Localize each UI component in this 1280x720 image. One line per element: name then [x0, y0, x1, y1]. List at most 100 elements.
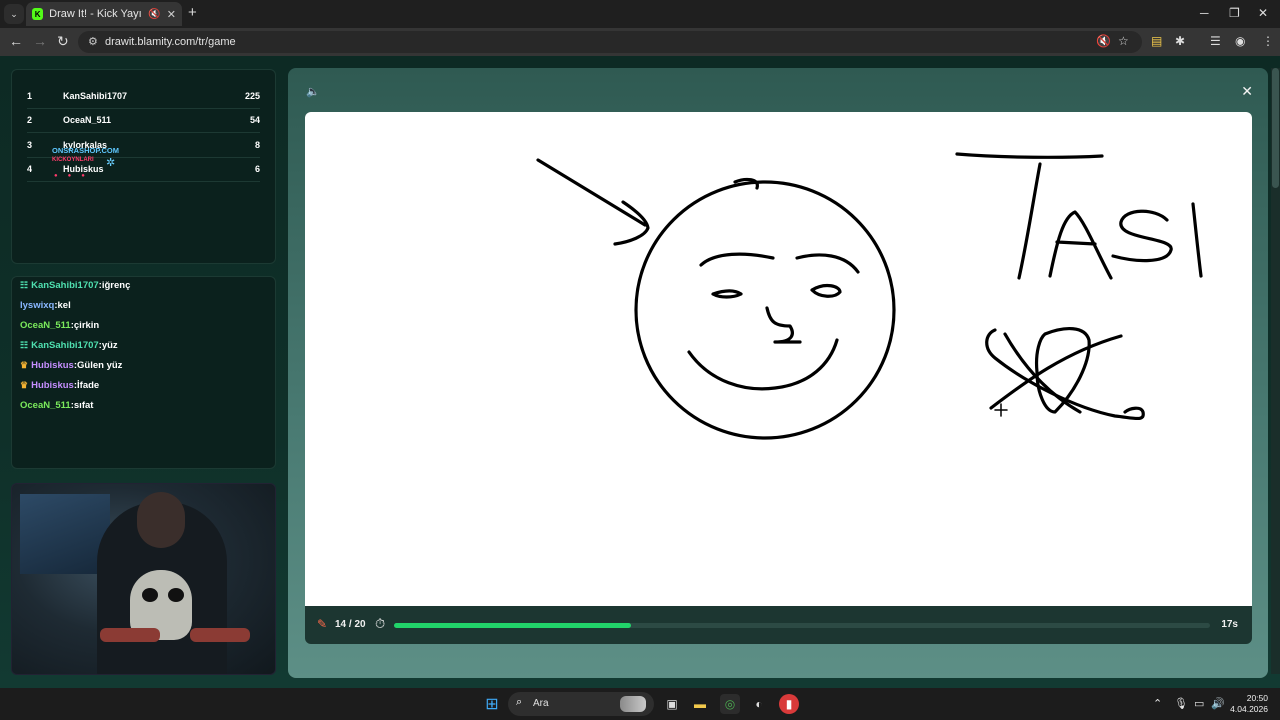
page-scrollbar[interactable]: [1271, 68, 1280, 674]
face-circle: [634, 180, 896, 440]
player-name: KanSahibi1707: [63, 90, 128, 101]
site-info-icon[interactable]: ⚙: [88, 35, 98, 48]
app-icon[interactable]: ▮: [779, 694, 799, 714]
tab-close-icon[interactable]: ✕: [167, 8, 176, 21]
person-head: [137, 492, 185, 548]
sub-badge-icon: ☷: [20, 339, 29, 350]
cursor-crosshair: [994, 403, 1008, 417]
chat-username[interactable]: OceaN_511: [20, 400, 71, 411]
hand: [100, 628, 160, 642]
task-view-icon[interactable]: ▣: [662, 694, 682, 714]
chat-message: ♛ Hubiskus: Gülen yüz: [20, 359, 123, 371]
leaderboard-row: 2 OceaN_511 54: [27, 109, 260, 133]
eye-right: [810, 283, 842, 298]
volume-icon[interactable]: 🔊: [1211, 697, 1225, 710]
eyebrow-left: [699, 252, 775, 267]
eye-left: [711, 289, 743, 299]
chat-message: ♛ Hubiskus: İfade: [20, 379, 100, 391]
pencil-icon: ✎: [317, 617, 328, 631]
address-bar[interactable]: ⚙ drawit.blamity.com/tr/game 🔇 ☆: [78, 31, 1142, 53]
chat-panel: ☷ KanSahibi1707: iğrenç lyswixq: kel OceaN…: [11, 276, 276, 469]
skull-eye: [142, 588, 158, 602]
reload-icon[interactable]: ↻: [57, 33, 69, 50]
letter-i: [1191, 202, 1203, 278]
chat-username[interactable]: KanSahibi1707: [31, 340, 99, 351]
drawing-strokes: [536, 152, 1203, 440]
chat-text: kel: [57, 299, 71, 311]
microphone-icon[interactable]: 🎙: [1174, 697, 1188, 710]
webcam-feed: [11, 483, 276, 675]
obs-icon[interactable]: ◐: [749, 694, 769, 714]
letter-t: [1017, 162, 1042, 280]
top-bar: [955, 152, 1104, 159]
tab-muted-icon[interactable]: 🔇: [148, 9, 160, 20]
chat-username[interactable]: OceaN_511: [20, 320, 71, 331]
file-explorer-icon[interactable]: ▬: [690, 694, 710, 714]
media-control-icon[interactable]: ☰: [1210, 34, 1221, 48]
bookmark-star-icon[interactable]: ☆: [1118, 34, 1129, 48]
profile-icon[interactable]: ◉: [1235, 34, 1245, 48]
active-tab[interactable]: K Draw It! - Kick Yayınları İçin 🔇 ✕: [26, 2, 182, 26]
letter-s: [1111, 209, 1173, 263]
forward-icon[interactable]: →: [33, 33, 47, 49]
kick-favicon-icon: K: [32, 8, 44, 20]
chat-username[interactable]: KanSahibi1707: [31, 280, 99, 291]
chat-text: çirkin: [73, 319, 100, 331]
browser-tab-bar: ⌄ K Draw It! - Kick Yayınları İçin 🔇 ✕ +…: [0, 0, 1280, 28]
chat-username[interactable]: Hubiskus: [31, 360, 74, 371]
tab-search-button[interactable]: ⌄: [4, 4, 24, 24]
letter-a: [1048, 210, 1113, 280]
crown-icon: ♛: [20, 359, 29, 370]
mouth: [687, 338, 839, 391]
game-status-bar: ✎ 14 / 20 ⏱ 17s: [305, 606, 1252, 644]
clock-time: 20:50: [1246, 693, 1268, 703]
wallet-extension-icon[interactable]: ▤: [1151, 34, 1162, 48]
gear-icon: ✲: [106, 157, 116, 169]
rank: 2: [27, 115, 33, 126]
tab-title: Draw It! - Kick Yayınları İçin: [49, 8, 142, 20]
back-icon[interactable]: ←: [9, 33, 23, 49]
player-score: 54: [249, 115, 260, 126]
arrow-stroke: [536, 158, 650, 246]
chat-message: ☷ KanSahibi1707: yüz: [20, 339, 118, 351]
search-icon: ⌕: [516, 696, 523, 708]
sound-muted-icon[interactable]: 🔇: [1096, 34, 1111, 48]
scrollbar-thumb[interactable]: [1272, 68, 1279, 188]
tray-expand-icon[interactable]: ⌃: [1153, 697, 1162, 710]
drawing-canvas[interactable]: [305, 112, 1252, 606]
dots-decoration: ●●●: [54, 173, 95, 179]
close-icon[interactable]: ✕: [1241, 83, 1253, 100]
timer-icon: ⏱: [375, 616, 386, 631]
chat-text: yüz: [101, 339, 118, 351]
chat-text: sıfat: [73, 399, 94, 411]
chrome-icon[interactable]: ◎: [720, 694, 740, 714]
sound-icon[interactable]: 🔈: [306, 85, 320, 98]
system-clock[interactable]: 20:50 4.04.2026: [1230, 693, 1268, 715]
taskbar-search[interactable]: ⌕ Ara: [508, 692, 654, 716]
network-icon[interactable]: ▭: [1194, 697, 1204, 710]
windows-taskbar: ⊞ ⌕ Ara ▣ ▬ ◎ ◐ ▮ ⌃ 🎙 ▭ 🔊 20:50 4.04.202…: [0, 688, 1280, 720]
chat-text: İfade: [77, 379, 100, 391]
player-name: OceaN_511: [63, 115, 112, 126]
game-panel: 🔈 ✕ ✎ 14 / 20 ⏱ 17s: [288, 68, 1268, 678]
extensions-icon[interactable]: ✱: [1175, 34, 1185, 48]
minimize-icon[interactable]: ─: [1200, 6, 1209, 20]
time-progress-fill: [394, 623, 631, 628]
chat-username[interactable]: Hubiskus: [31, 380, 74, 391]
chat-username[interactable]: lyswixq: [20, 300, 54, 311]
url-text: drawit.blamity.com/tr/game: [105, 36, 236, 48]
chat-message: ☷ KanSahibi1707: iğrenç: [20, 279, 131, 291]
window-close-icon[interactable]: ✕: [1258, 6, 1268, 20]
windows-start-icon[interactable]: ⊞: [482, 694, 502, 714]
new-tab-button[interactable]: +: [188, 4, 197, 21]
time-left: 17s: [1221, 619, 1238, 630]
rank: 1: [27, 90, 33, 101]
more-menu-icon[interactable]: ⋮: [1262, 34, 1274, 48]
restore-icon[interactable]: ❐: [1229, 6, 1240, 20]
chat-text: iğrenç: [101, 279, 131, 291]
clock-date: 4.04.2026: [1230, 704, 1268, 714]
player-score: 225: [244, 90, 260, 101]
leaderboard-panel: 1 KanSahibi1707 225 2 OceaN_511 54 3 kyl…: [11, 69, 276, 264]
eyebrow-right: [795, 253, 860, 274]
page-content: 1 KanSahibi1707 225 2 OceaN_511 54 3 kyl…: [0, 56, 1280, 688]
